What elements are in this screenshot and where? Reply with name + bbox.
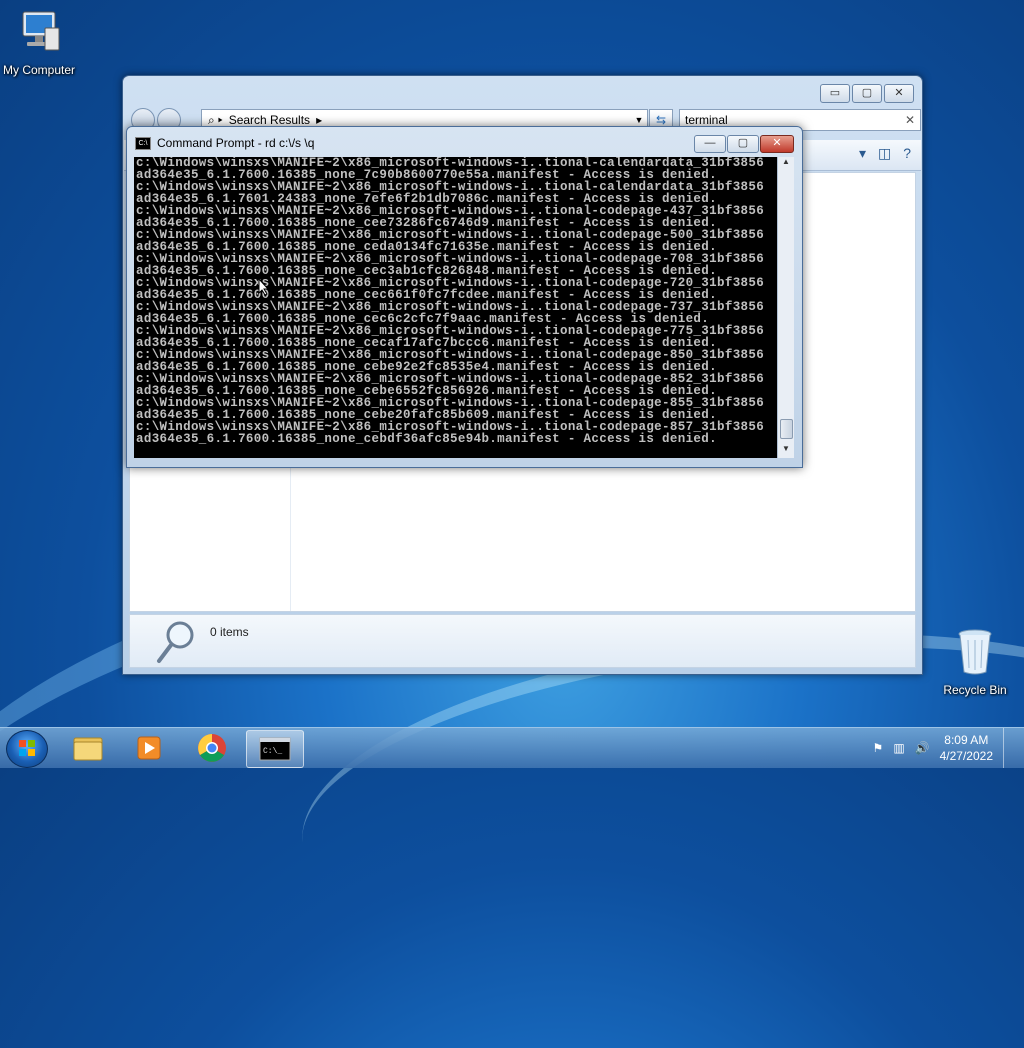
mouse-cursor-icon [258, 278, 270, 296]
command-prompt-window[interactable]: C:\ Command Prompt - rd c:\/s \q — ▢ ✕ c… [126, 126, 803, 468]
desktop-icon-recycle-bin[interactable]: Recycle Bin [930, 628, 1020, 697]
cmd-icon: C:\ [135, 136, 151, 150]
details-pane: 0 items [129, 614, 916, 668]
windows-logo-icon [19, 740, 35, 756]
computer-icon [0, 8, 84, 59]
show-desktop-button[interactable] [1003, 728, 1016, 768]
clock-date: 4/27/2022 [939, 749, 993, 763]
taskbar-media-player[interactable] [122, 730, 178, 766]
window-title: Command Prompt - rd c:\/s \q [157, 136, 315, 150]
help-icon[interactable]: ? [903, 145, 911, 162]
svg-text:C:\_: C:\_ [263, 747, 282, 756]
scroll-down-icon[interactable]: ▼ [778, 444, 794, 458]
clock-time: 8:09 AM [944, 733, 989, 747]
close-button[interactable]: ✕ [884, 84, 914, 103]
minimize-button[interactable]: ▭ [820, 84, 850, 103]
start-button[interactable] [6, 730, 48, 768]
folder-icon [73, 737, 103, 761]
cmd-icon: C:\_ [259, 737, 291, 761]
taskbar-command-prompt[interactable]: C:\_ [246, 730, 304, 768]
scroll-up-icon[interactable]: ▲ [778, 157, 794, 171]
clear-search-icon[interactable]: ✕ [905, 110, 915, 130]
item-count: 0 items [210, 625, 249, 639]
clock[interactable]: 8:09 AM 4/27/2022 [940, 732, 993, 764]
cmd-title-bar[interactable]: C:\ Command Prompt - rd c:\/s \q [135, 136, 314, 150]
cmd-window-controls: — ▢ ✕ [694, 135, 794, 153]
chrome-icon [198, 734, 226, 762]
explorer-window-controls: ▭ ▢ ✕ [820, 84, 914, 103]
volume-icon[interactable]: 🔊 [915, 741, 930, 755]
network-icon[interactable]: ▥ [893, 741, 904, 755]
taskbar-explorer[interactable] [60, 730, 116, 766]
taskbar-chrome[interactable] [184, 730, 240, 766]
system-tray: ⚑ ▥ 🔊 8:09 AM 4/27/2022 [873, 728, 1016, 768]
console-output[interactable]: c:\Windows\winsxs\MANIFE~2\x86_microsoft… [134, 157, 777, 458]
preview-pane-icon[interactable]: ◫ [878, 145, 891, 162]
action-center-icon[interactable]: ⚑ [873, 741, 884, 755]
minimize-button[interactable]: — [694, 135, 726, 153]
recycle-bin-icon [930, 628, 1020, 679]
search-value: terminal [685, 113, 728, 127]
desktop-icon-label: Recycle Bin [943, 683, 1007, 697]
desktop-icon-label: My Computer [2, 63, 76, 77]
media-player-icon [137, 736, 161, 760]
console-text: c:\Windows\winsxs\MANIFE~2\x86_microsoft… [136, 157, 765, 446]
close-button[interactable]: ✕ [760, 135, 794, 153]
maximize-button[interactable]: ▢ [727, 135, 759, 153]
taskbar: C:\_ ⚑ ▥ 🔊 8:09 AM 4/27/2022 [0, 727, 1024, 768]
magnifier-icon [157, 621, 194, 663]
maximize-button[interactable]: ▢ [852, 84, 882, 103]
vertical-scrollbar[interactable]: ▲ ▼ [777, 157, 794, 458]
desktop-icon-my-computer[interactable]: My Computer [0, 8, 84, 77]
scrollbar-thumb[interactable] [780, 419, 793, 439]
view-options-icon[interactable]: ▾ [859, 145, 866, 162]
